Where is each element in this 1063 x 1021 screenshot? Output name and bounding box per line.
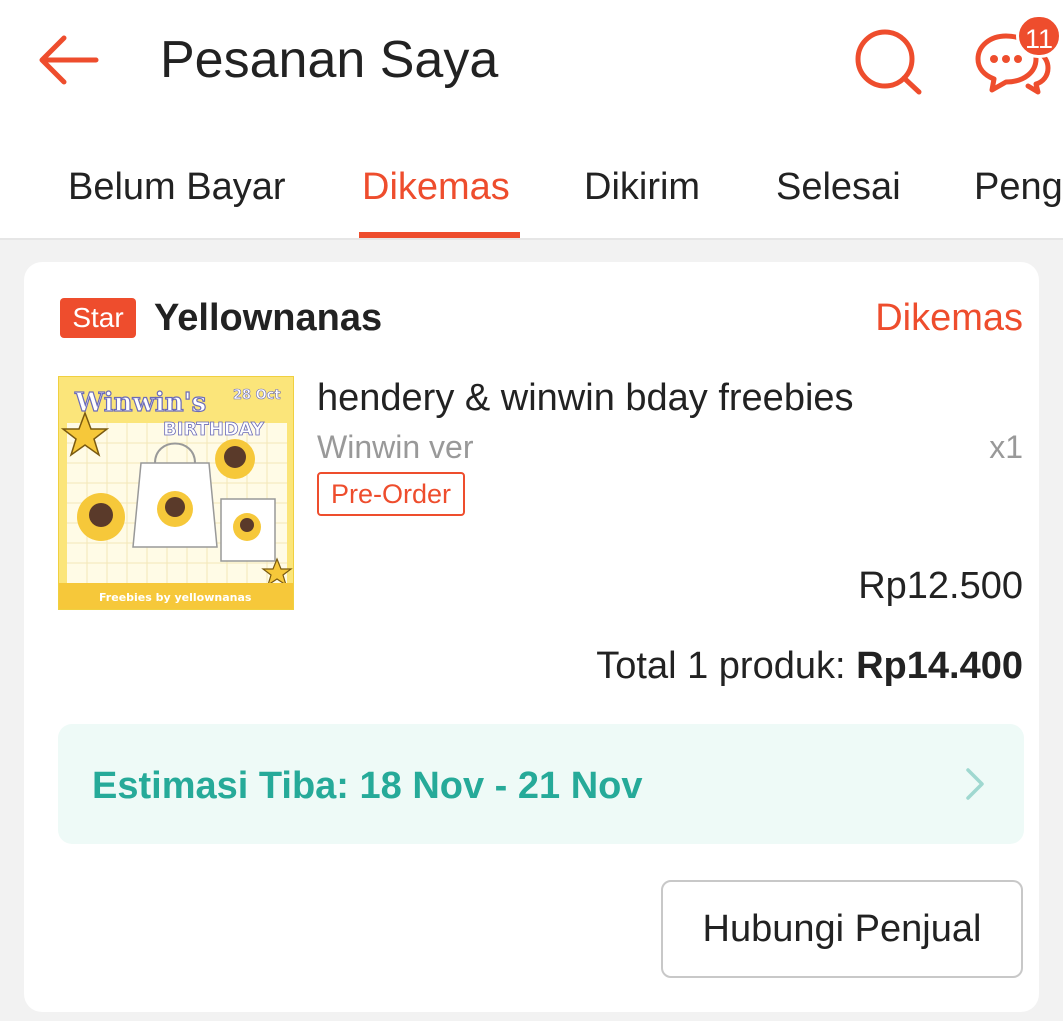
estimated-arrival-text: Estimasi Tiba: 18 Nov - 21 Nov xyxy=(92,765,643,807)
page-title: Pesanan Saya xyxy=(160,31,499,89)
contact-seller-button[interactable]: Hubungi Penjual xyxy=(661,880,1023,978)
thumb-footer: Freebies by yellownanas xyxy=(99,591,252,604)
product-name[interactable]: hendery & winwin bday freebies xyxy=(317,374,854,422)
product-variant: Winwin ver xyxy=(317,429,474,465)
tab-dikirim[interactable]: Dikirim xyxy=(584,162,700,212)
back-arrow-icon xyxy=(39,35,99,85)
order-status-label: Dikemas xyxy=(875,297,1023,339)
tab-pengembalian[interactable]: Peng xyxy=(974,162,1063,212)
star-seller-badge: Star xyxy=(60,298,136,338)
thumb-date: 28 Oct xyxy=(233,388,281,403)
order-card[interactable]: Star Yellownanas Dikemas Winwin's 28 Oct… xyxy=(24,262,1039,1012)
active-tab-indicator xyxy=(359,232,520,238)
estimated-arrival-banner[interactable]: Estimasi Tiba: 18 Nov - 21 Nov xyxy=(58,724,1024,844)
product-quantity: x1 xyxy=(989,429,1023,465)
order-total-value: Rp14.400 xyxy=(856,645,1023,687)
product-thumbnail[interactable]: Winwin's 28 Oct BIRTHDAY Freebies by yel… xyxy=(58,376,294,610)
product-price: Rp12.500 xyxy=(858,565,1023,607)
preorder-tag: Pre-Order xyxy=(317,472,466,516)
order-status-tabs: Belum Bayar Dikemas Dikirim Selesai Peng xyxy=(0,122,1063,240)
search-button[interactable] xyxy=(852,26,924,98)
thumb-title: Winwin's xyxy=(74,388,206,418)
search-icon xyxy=(855,29,922,95)
order-total-label: Total 1 produk: xyxy=(596,645,857,687)
app-header: Pesanan Saya 11 xyxy=(0,0,1063,122)
order-total: Total 1 produk: Rp14.400 xyxy=(596,642,1023,690)
chevron-right-icon xyxy=(966,768,984,800)
thumb-subtitle: BIRTHDAY xyxy=(163,419,265,440)
tab-dikemas[interactable]: Dikemas xyxy=(362,162,510,212)
tab-belum-bayar[interactable]: Belum Bayar xyxy=(68,162,286,212)
tab-selesai[interactable]: Selesai xyxy=(776,162,901,212)
shop-name[interactable]: Yellownanas xyxy=(154,294,382,342)
back-button[interactable] xyxy=(32,24,104,96)
chat-unread-badge: 11 xyxy=(1016,14,1063,58)
product-thumbnail-art: Winwin's 28 Oct BIRTHDAY Freebies by yel… xyxy=(59,377,293,609)
